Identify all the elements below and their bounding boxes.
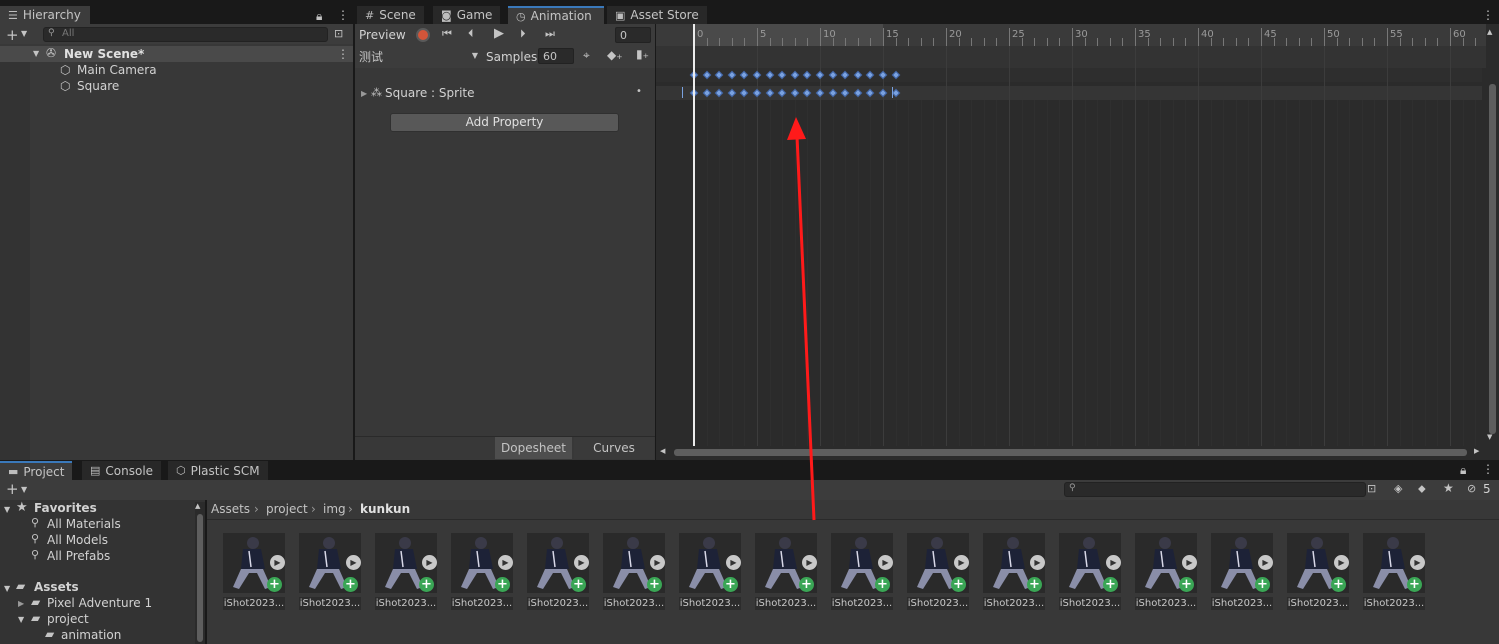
annotation-arrow — [787, 117, 816, 521]
